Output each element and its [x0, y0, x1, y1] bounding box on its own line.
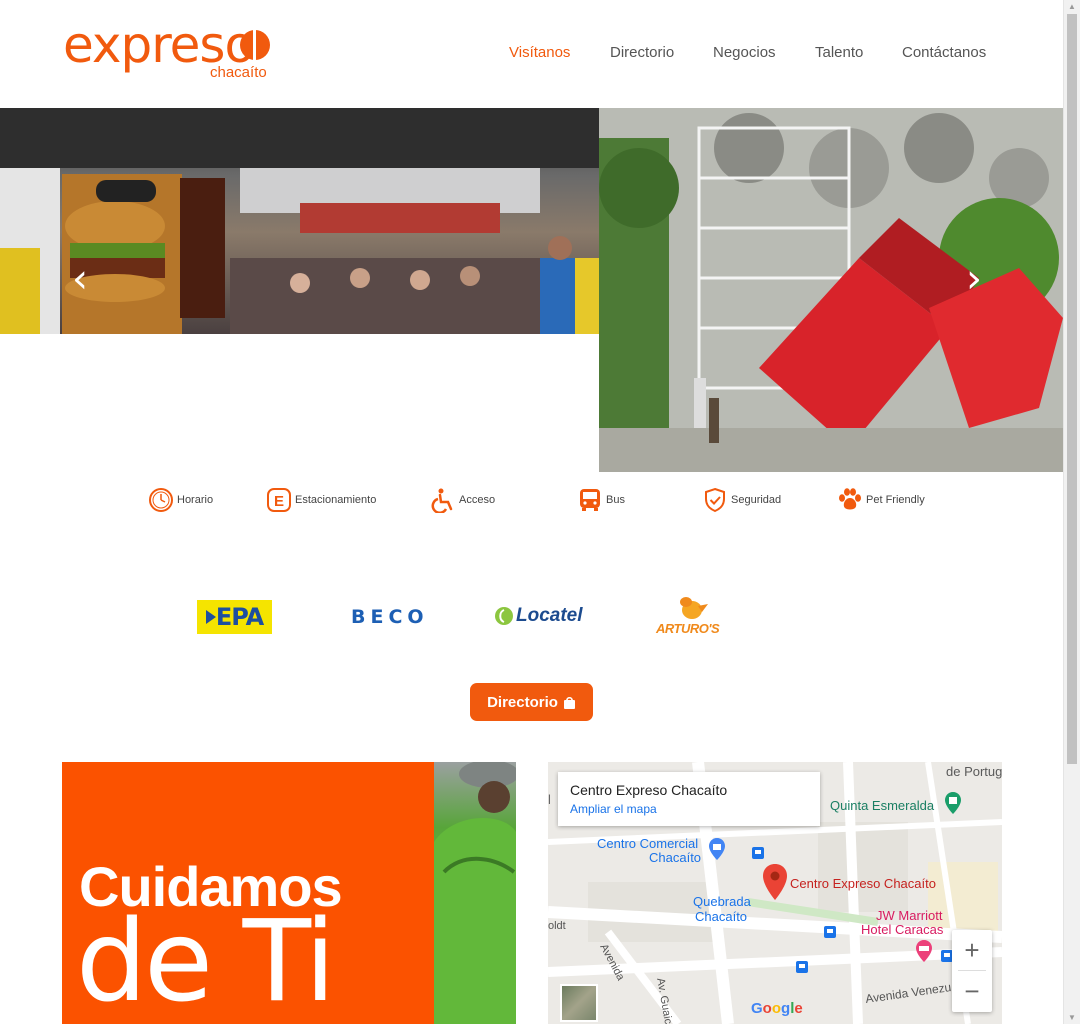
amenity-bus[interactable]: Bus	[577, 487, 625, 513]
amenity-horario[interactable]: Horario	[148, 487, 213, 513]
map-label-quinta-esmeralda: Quinta Esmeralda	[830, 798, 935, 813]
nav-contactanos[interactable]: Contáctanos	[902, 44, 986, 61]
carousel-next-icon[interactable]: ›	[966, 256, 982, 302]
map-label-hotel-caracas: Hotel Caracas	[861, 922, 944, 937]
locatel-text: Locatel	[516, 605, 583, 626]
map-zoom-control: + −	[952, 930, 992, 1012]
shopping-bag-icon	[563, 696, 575, 709]
map-label-jw-marriott: JW Marriott	[876, 908, 943, 923]
map-label-quebrada: Quebrada	[693, 894, 751, 909]
map-pin-shopping-icon	[709, 838, 725, 860]
map-label-marker: Centro Expreso Chacaíto	[790, 876, 936, 891]
main-nav: Visítanos Directorio Negocios Talento Co…	[0, 44, 1063, 64]
nav-talento[interactable]: Talento	[815, 44, 863, 61]
wheelchair-icon	[431, 488, 453, 513]
directorio-button[interactable]: Directorio	[470, 683, 593, 721]
amenity-pet-friendly[interactable]: Pet Friendly	[837, 487, 925, 513]
google-logo: Google	[751, 1000, 803, 1017]
logo-subtitle: chacaíto	[210, 64, 267, 81]
amenity-label: Estacionamiento	[295, 494, 377, 506]
amenity-label: Pet Friendly	[866, 494, 925, 506]
scroll-down-arrow-icon[interactable]: ▼	[1068, 1013, 1076, 1022]
map-marker-icon[interactable]	[762, 864, 788, 900]
map-place-title: Centro Expreso Chacaíto	[570, 782, 728, 798]
zoom-out-button[interactable]: −	[952, 971, 992, 1011]
shield-check-icon	[705, 487, 725, 513]
map-label-centro-comercial: Centro Comercial	[597, 836, 699, 851]
nav-negocios[interactable]: Negocios	[713, 44, 776, 61]
amenity-label: Acceso	[459, 494, 496, 506]
parking-icon: E	[267, 488, 291, 512]
google-map[interactable]: de Portug Quinta Esmeralda l Centro Come…	[548, 762, 1002, 1024]
map-place-card: Centro Expreso Chacaíto Ampliar el mapa	[558, 772, 820, 826]
promo-orange-panel: Cuidamos de Ti	[62, 762, 434, 1024]
map-label-portugal: de Portug	[946, 764, 1002, 779]
sculpture-illustration	[599, 108, 1063, 472]
nav-visitanos[interactable]: Visítanos	[509, 44, 570, 61]
zoom-in-button[interactable]: +	[952, 930, 992, 970]
epa-triangle-icon	[205, 610, 216, 624]
map-pin-park-icon	[945, 792, 961, 814]
food-court-photo	[0, 108, 599, 334]
scroll-up-arrow-icon[interactable]: ▲	[1068, 2, 1076, 11]
svg-text:E: E	[274, 493, 284, 510]
page-scrollbar[interactable]: ▲ ▼	[1063, 0, 1080, 1024]
amenity-estacionamiento[interactable]: E Estacionamiento	[266, 487, 376, 513]
carousel-prev-icon[interactable]: ‹	[72, 256, 88, 302]
amenity-acceso[interactable]: Acceso	[430, 487, 495, 513]
map-label-edge-left: l	[548, 792, 551, 807]
map-pin-hotel-icon	[916, 940, 932, 962]
promo-subheadline: de Ti	[76, 897, 336, 1024]
brand-locatel-logo[interactable]: Locatel	[494, 605, 583, 627]
brand-beco-logo[interactable]: BECO	[351, 606, 429, 628]
scroll-thumb[interactable]	[1067, 14, 1077, 764]
epa-text: EPA	[215, 603, 264, 631]
arturos-chicken-icon	[680, 597, 708, 619]
guard-illustration	[434, 762, 516, 1024]
directorio-button-label: Directorio	[487, 693, 558, 711]
clock-icon	[149, 488, 173, 512]
bus-stop-icon	[824, 926, 836, 938]
locatel-leaf-icon	[495, 607, 513, 625]
brand-epa-logo[interactable]: EPA	[197, 600, 272, 634]
map-enlarge-link[interactable]: Ampliar el mapa	[570, 802, 808, 816]
security-guard-photo	[434, 762, 516, 1024]
amenity-label: Seguridad	[731, 494, 782, 506]
bus-stop-icon	[796, 961, 808, 973]
food-court-illustration	[0, 108, 599, 334]
amenity-label: Horario	[177, 494, 214, 506]
nav-directorio[interactable]: Directorio	[610, 44, 674, 61]
amenity-label: Bus	[606, 494, 625, 506]
site-header: expreso chacaíto Visítanos Directorio Ne…	[0, 0, 1063, 108]
arturos-text: ARTURO'S	[656, 621, 720, 636]
building-sculpture-photo	[599, 108, 1063, 472]
hero-carousel: ‹ ›	[0, 108, 1063, 472]
cuidamos-de-ti-banner[interactable]: Cuidamos de Ti	[62, 762, 516, 1024]
map-label-oldt: oldt	[548, 920, 566, 932]
map-label-quebrada-chacaito: Chacaíto	[695, 909, 748, 924]
amenity-seguridad[interactable]: Seguridad	[702, 487, 781, 513]
map-label-chacaito-cc: Chacaíto	[649, 850, 702, 865]
bus-icon	[580, 489, 600, 511]
paw-icon	[839, 488, 861, 510]
bus-stop-icon	[752, 847, 764, 859]
brand-arturos-logo[interactable]: ARTURO'S	[656, 596, 724, 636]
satellite-view-toggle[interactable]	[560, 984, 598, 1022]
